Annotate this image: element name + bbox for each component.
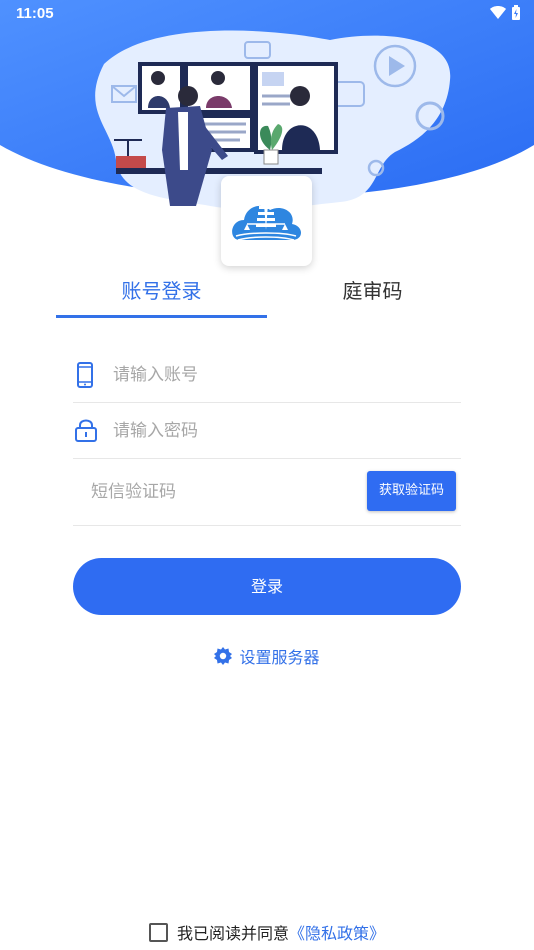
account-field [73,347,461,403]
status-icons [490,5,520,20]
server-setting-label: 设置服务器 [239,648,320,667]
lock-icon [75,419,97,442]
battery-icon [512,5,520,20]
sms-code-field: 获取验证码 [73,459,461,526]
server-setting-link[interactable]: 设置服务器 [0,644,534,668]
agreement-checkbox[interactable] [148,922,168,942]
wifi-icon [490,6,506,19]
privacy-policy-link[interactable]: 《隐私政策》 [289,920,385,944]
privacy-agreement: 我已阅读并同意 《隐私政策》 [0,920,534,944]
status-time: 11:05 [16,5,54,22]
tab-active-indicator [56,315,267,318]
login-screen: 11:05 账号登录 庭审码 请输入账号 短信验证码 获取验证码 登录 设置服务… [0,0,534,950]
tab-account-login[interactable]: 账号登录 [56,270,267,318]
tab-court-code[interactable]: 庭审码 [267,270,478,318]
login-tabs: 账号登录 庭审码 [56,270,478,318]
status-bar: 11:05 [0,0,534,28]
login-button[interactable]: 登录 [73,558,461,615]
phone-icon [77,362,93,388]
court-logo-icon [232,198,301,241]
password-field [73,403,461,459]
app-logo [221,176,312,266]
get-sms-code-button[interactable]: 获取验证码 [367,471,456,511]
account-input[interactable] [113,363,413,387]
password-input[interactable] [113,419,413,443]
gear-icon [214,647,233,665]
agreement-text: 我已阅读并同意 [176,924,289,943]
sms-code-input[interactable] [91,480,341,504]
